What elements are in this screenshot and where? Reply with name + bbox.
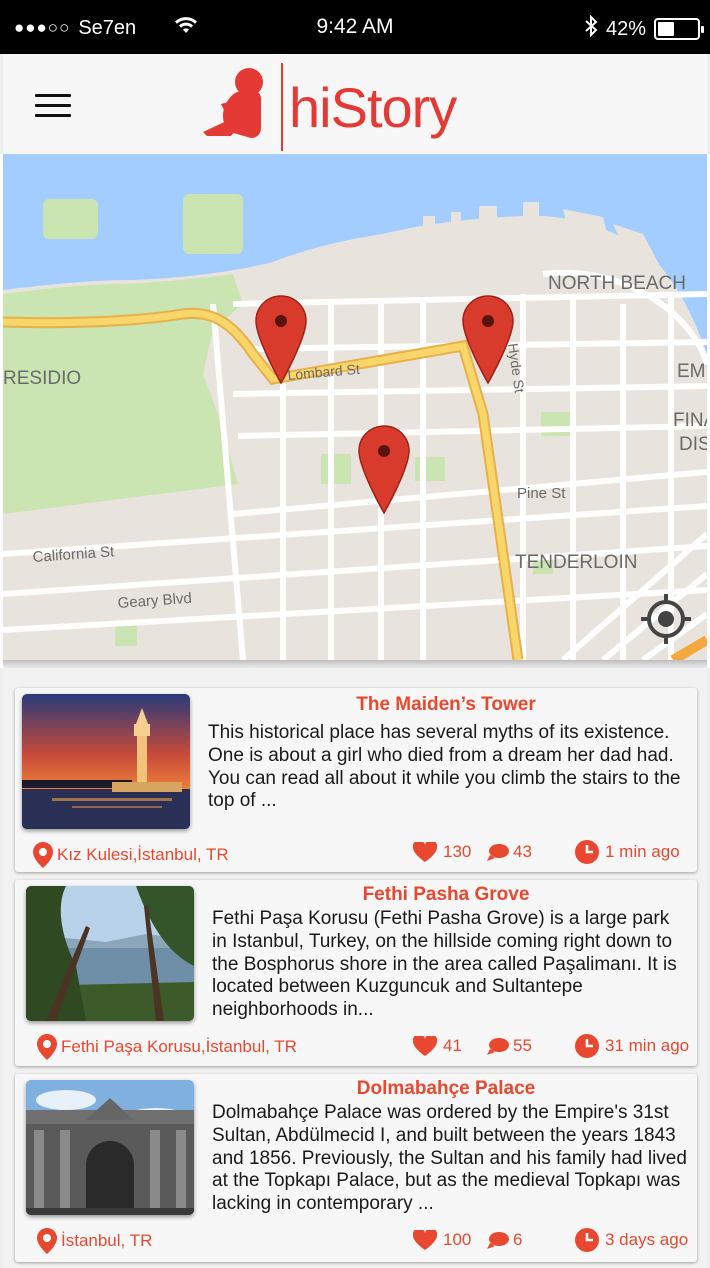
location-text: Kız Kulesi,İstanbul, TR bbox=[57, 845, 229, 864]
fethi-pasha-grove-image[interactable] bbox=[26, 886, 194, 1021]
time-ago: 31 min ago bbox=[605, 1036, 690, 1055]
battery-percent: 42% bbox=[605, 17, 646, 40]
like-button[interactable]: 41 bbox=[413, 1036, 462, 1056]
place-location[interactable]: Fethi Paşa Korusu,İstanbul, TR bbox=[37, 1034, 297, 1060]
place-description: Fethi Paşa Korusu (Fethi Pasha Grove) is… bbox=[212, 908, 677, 1021]
place-location[interactable]: İstanbul, TR bbox=[37, 1228, 152, 1254]
clock-icon bbox=[575, 1228, 599, 1252]
battery-icon bbox=[654, 18, 704, 40]
place-card[interactable]: Dolmabahçe Palace Dolmabahçe Palace was … bbox=[15, 1074, 697, 1262]
app-header: hiStory bbox=[0, 54, 710, 154]
map-shadow bbox=[3, 660, 707, 668]
maidens-tower-image[interactable] bbox=[22, 694, 190, 829]
place-title[interactable]: The Maiden’s Tower bbox=[205, 694, 687, 716]
logo-divider bbox=[281, 63, 283, 151]
like-count: 41 bbox=[443, 1036, 462, 1055]
time-ago: 3 days ago bbox=[605, 1230, 689, 1249]
bluetooth-icon bbox=[584, 14, 598, 43]
reading-person-logo-icon bbox=[201, 62, 279, 153]
like-count: 130 bbox=[443, 842, 472, 861]
clock-icon bbox=[575, 1034, 599, 1058]
place-meta: İstanbul, TR 100 6 3 days ago bbox=[15, 1224, 697, 1254]
place-time: 31 min ago bbox=[575, 1034, 689, 1058]
place-card[interactable]: The Maiden’s Tower This historical place… bbox=[15, 688, 697, 872]
clock-icon bbox=[575, 840, 599, 864]
like-button[interactable]: 100 bbox=[413, 1230, 471, 1250]
places-list[interactable]: The Maiden’s Tower This historical place… bbox=[0, 668, 710, 1268]
place-time: 3 days ago bbox=[575, 1228, 688, 1252]
like-count: 100 bbox=[443, 1230, 472, 1249]
comment-count: 6 bbox=[513, 1230, 523, 1249]
comment-count: 43 bbox=[513, 842, 532, 861]
heart-icon bbox=[413, 1230, 437, 1250]
dolmabahce-palace-image[interactable] bbox=[26, 1080, 194, 1215]
location-pin-icon bbox=[37, 1034, 57, 1060]
comment-button[interactable]: 43 bbox=[487, 842, 532, 862]
tenderloin-label: TENDERLOIN bbox=[515, 552, 637, 573]
heart-icon bbox=[413, 842, 437, 862]
location-pin-icon bbox=[37, 1228, 57, 1254]
comment-button[interactable]: 55 bbox=[487, 1036, 532, 1056]
app-logo: hiStory bbox=[201, 62, 457, 153]
place-location[interactable]: Kız Kulesi,İstanbul, TR bbox=[33, 842, 229, 868]
logo-wordmark: hiStory bbox=[289, 75, 457, 139]
place-time: 1 min ago bbox=[575, 840, 680, 864]
north-beach-label: NORTH BEACH bbox=[548, 273, 686, 294]
financial-district-label: FINA bbox=[673, 410, 707, 431]
hamburger-menu-button[interactable] bbox=[35, 94, 71, 118]
place-meta: Fethi Paşa Korusu,İstanbul, TR 41 55 31 … bbox=[15, 1030, 697, 1060]
place-card[interactable]: Fethi Pasha Grove Fethi Paşa Korusu (Fet… bbox=[15, 880, 697, 1066]
map-view[interactable]: NORTH BEACH RESIDIO Lombard St Hyde St P… bbox=[3, 154, 707, 660]
district-label: DIS bbox=[679, 434, 707, 455]
place-description: Dolmabahçe Palace was ordered by the Emp… bbox=[212, 1102, 687, 1215]
location-text: Fethi Paşa Korusu,İstanbul, TR bbox=[61, 1037, 297, 1056]
comment-bubble-icon bbox=[487, 1038, 509, 1055]
comment-count: 55 bbox=[513, 1036, 532, 1055]
place-meta: Kız Kulesi,İstanbul, TR 130 43 1 min ago bbox=[15, 838, 697, 868]
time-ago: 1 min ago bbox=[605, 842, 680, 861]
place-title[interactable]: Dolmabahçe Palace bbox=[205, 1078, 687, 1100]
comment-bubble-icon bbox=[487, 1232, 509, 1249]
comment-button[interactable]: 6 bbox=[487, 1230, 522, 1250]
location-pin-icon bbox=[33, 842, 53, 868]
heart-icon bbox=[413, 1036, 437, 1056]
location-text: İstanbul, TR bbox=[61, 1231, 153, 1250]
like-button[interactable]: 130 bbox=[413, 842, 471, 862]
comment-bubble-icon bbox=[487, 844, 509, 861]
embarcadero-label: EMB bbox=[677, 361, 707, 382]
presidio-label: RESIDIO bbox=[3, 368, 81, 389]
place-description: This historical place has several myths … bbox=[208, 722, 681, 812]
status-bar: ●●●○○ Se7en 9:42 AM 42% bbox=[0, 0, 710, 54]
pine-street-label: Pine St bbox=[517, 485, 566, 502]
place-title[interactable]: Fethi Pasha Grove bbox=[205, 884, 687, 906]
